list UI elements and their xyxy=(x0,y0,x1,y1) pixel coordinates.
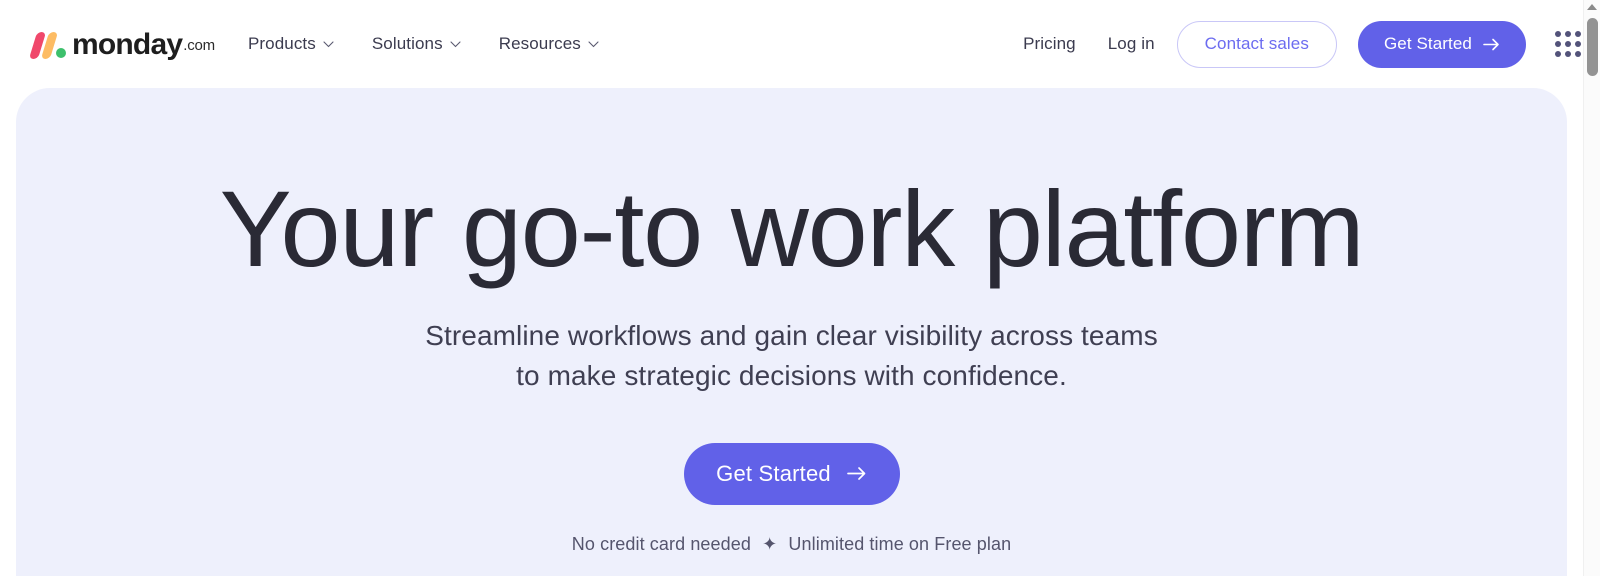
page-title: Your go-to work platform xyxy=(219,168,1365,289)
hero-fineprint: No credit card needed ✦ Unlimited time o… xyxy=(16,534,1567,555)
contact-sales-button[interactable]: Contact sales xyxy=(1176,20,1337,68)
header-actions: Pricing Log in Contact sales Get Started xyxy=(1007,20,1583,68)
hero-subtitle: Streamline workflows and gain clear visi… xyxy=(16,316,1567,396)
hero-content: Your go-to work platform Streamline work… xyxy=(16,168,1567,555)
arrow-right-icon xyxy=(1483,38,1499,50)
nav-item-label: Resources xyxy=(498,34,581,53)
nav-item-label: Products xyxy=(247,34,316,53)
nav-item-solutions[interactable]: Solutions xyxy=(372,34,461,54)
fineprint-right: Unlimited time on Free plan xyxy=(788,533,1012,554)
nav-item-resources[interactable]: Resources xyxy=(499,34,599,54)
chevron-down-icon xyxy=(450,40,461,47)
nav-item-label: Solutions xyxy=(371,34,443,53)
login-link[interactable]: Log in xyxy=(1092,34,1171,54)
browser-page: monday .com Products Solutions Resources… xyxy=(0,0,1600,576)
logo-dot-green-icon xyxy=(56,47,66,58)
chevron-down-icon xyxy=(588,40,599,47)
contact-sales-label: Contact sales xyxy=(1204,34,1309,53)
fineprint-left: No credit card needed xyxy=(571,533,751,554)
hero-subtitle-line-1: Streamline workflows and gain clear visi… xyxy=(425,320,1158,352)
arrow-right-icon xyxy=(846,467,866,481)
hero-cta-label: Get Started xyxy=(716,460,831,486)
logo-wordmark: monday xyxy=(72,28,183,61)
logo-tld: .com xyxy=(183,36,215,54)
get-started-label: Get Started xyxy=(1383,34,1472,53)
scroll-up-arrow-icon[interactable] xyxy=(1587,4,1597,10)
site-header: monday .com Products Solutions Resources… xyxy=(0,0,1583,88)
nav-item-products[interactable]: Products xyxy=(248,34,334,54)
scrollbar-thumb[interactable] xyxy=(1587,18,1598,76)
logo-marks xyxy=(28,31,66,59)
pricing-link[interactable]: Pricing xyxy=(1007,34,1092,54)
vertical-scrollbar[interactable] xyxy=(1583,0,1600,576)
monday-logo[interactable]: monday .com xyxy=(28,28,215,61)
header-get-started-button[interactable]: Get Started xyxy=(1357,20,1526,68)
hero-section: Your go-to work platform Streamline work… xyxy=(16,88,1567,576)
grid-apps-icon[interactable] xyxy=(1553,29,1583,59)
hero-subtitle-line-2: to make strategic decisions with confide… xyxy=(516,360,1067,392)
page-viewport: monday .com Products Solutions Resources… xyxy=(0,0,1583,576)
sparkle-icon: ✦ xyxy=(762,533,778,554)
hero-get-started-button[interactable]: Get Started xyxy=(683,442,900,505)
primary-nav: Products Solutions Resources xyxy=(248,34,599,54)
chevron-down-icon xyxy=(323,40,334,47)
